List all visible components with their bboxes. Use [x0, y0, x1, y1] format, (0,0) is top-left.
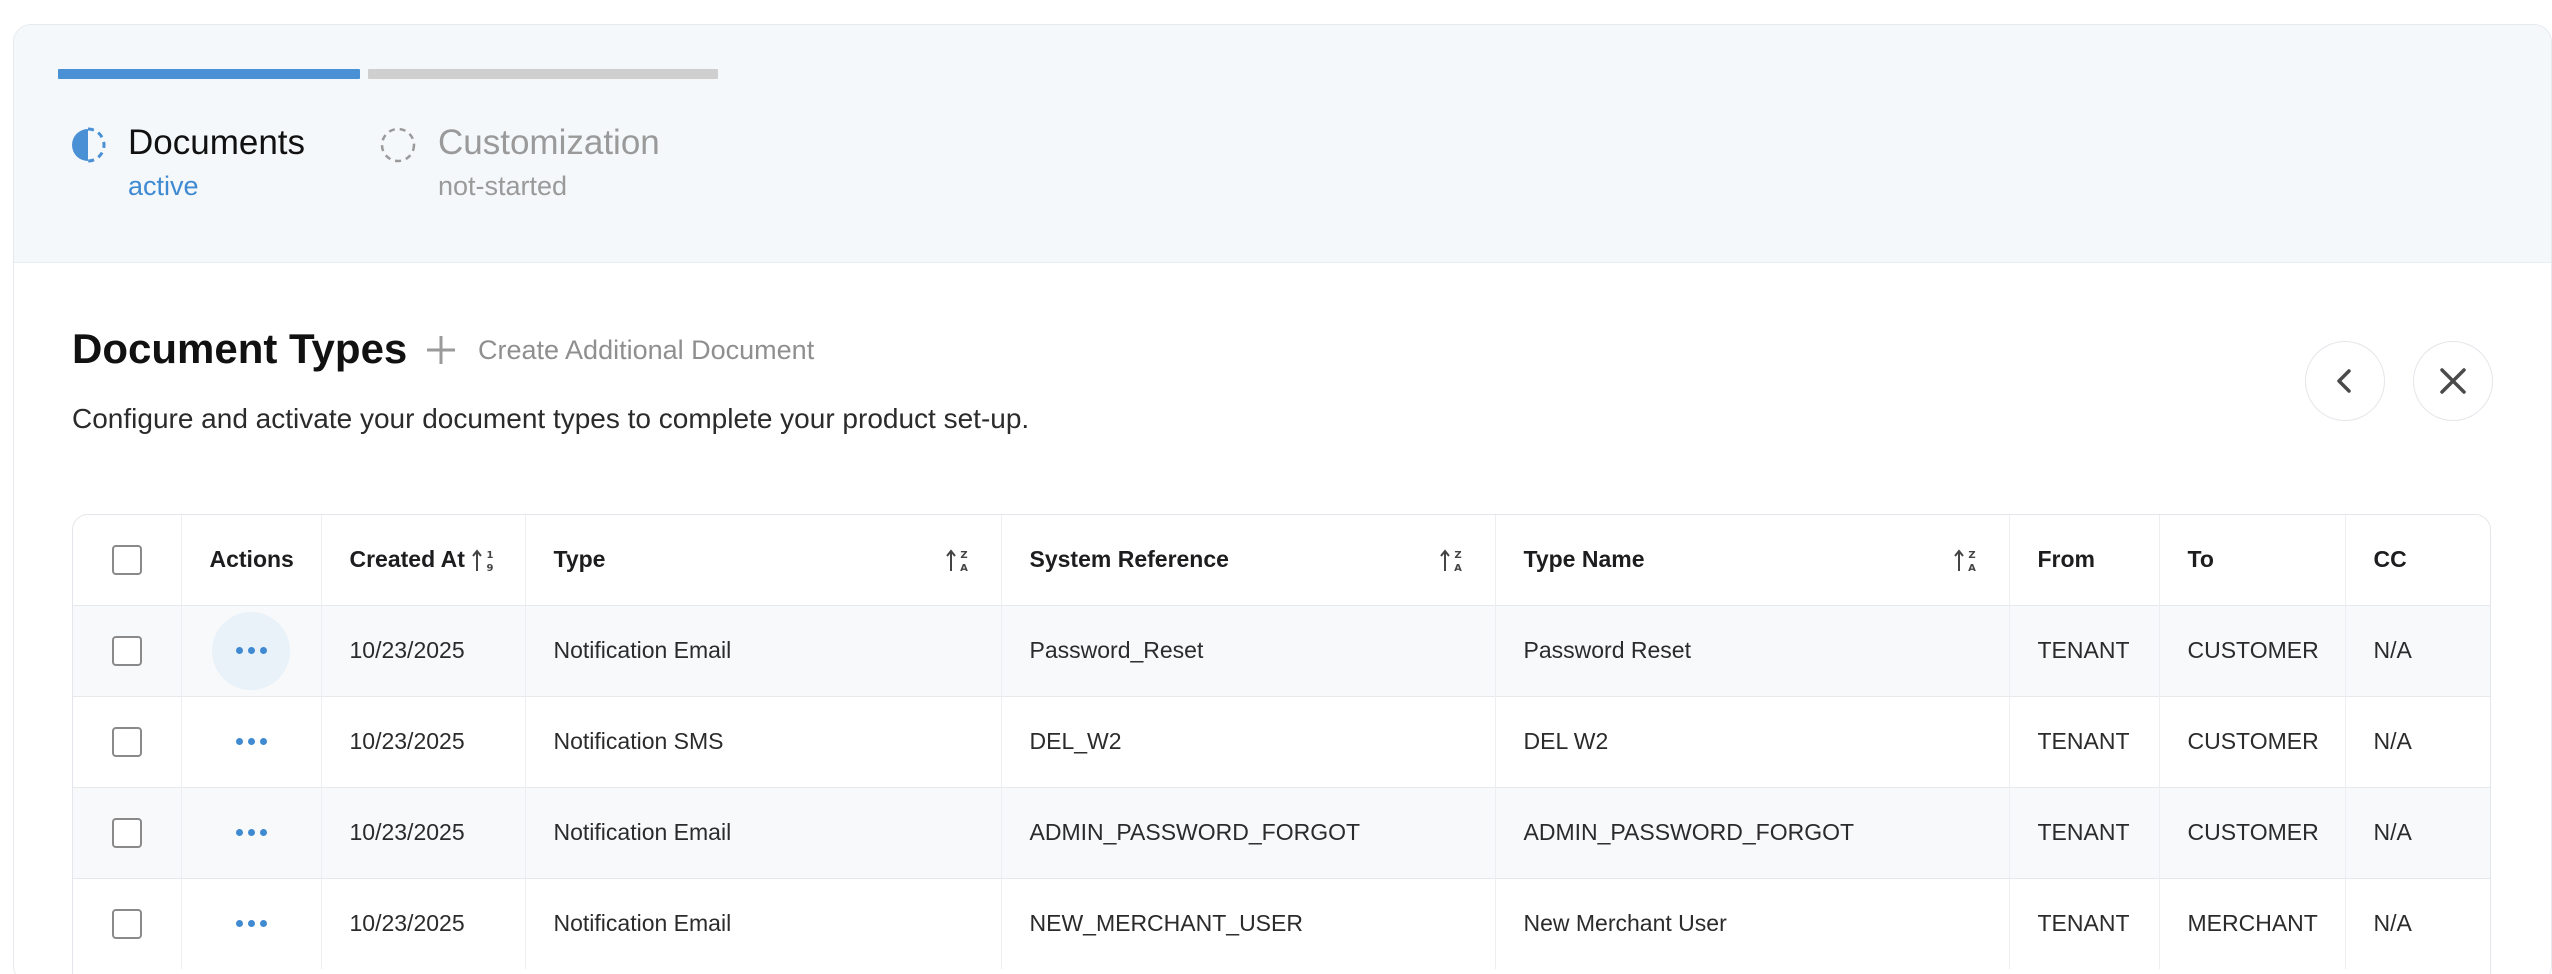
cell-type: Notification Email	[525, 786, 1002, 878]
dashed-circle-icon	[380, 127, 416, 163]
back-button[interactable]	[2305, 341, 2385, 421]
column-header-to: To	[2159, 515, 2346, 605]
column-label: Type Name	[1523, 546, 1645, 573]
row-actions-cell	[181, 786, 322, 878]
row-select-cell	[73, 604, 182, 696]
column-header-actions: Actions	[181, 515, 322, 605]
table-header-row: Actions Created At 1 9 Type Z A System R…	[73, 515, 2490, 605]
page-title: Document Types	[72, 325, 408, 372]
cell-created-at: 10/23/2025	[321, 695, 526, 787]
table-row[interactable]: 10/23/2025 Notification Email NEW_MERCHA…	[73, 877, 2490, 969]
cell-from: TENANT	[2009, 604, 2160, 696]
cell-cc: N/A	[2345, 786, 2490, 878]
cell-from: TENANT	[2009, 877, 2160, 969]
cell-cc: N/A	[2345, 604, 2490, 696]
step-status: active	[128, 171, 199, 201]
cell-type-name: Password Reset	[1495, 604, 2010, 696]
cell-created-at: 10/23/2025	[321, 877, 526, 969]
row-select-cell	[73, 786, 182, 878]
column-header-system-reference[interactable]: System Reference Z A	[1001, 515, 1496, 605]
document-types-table: Actions Created At 1 9 Type Z A System R…	[72, 514, 2491, 974]
page-subtitle: Configure and activate your document typ…	[72, 403, 1030, 434]
row-checkbox[interactable]	[111, 817, 142, 848]
column-header-cc: CC	[2345, 515, 2490, 605]
column-header-from: From	[2009, 515, 2160, 605]
plus-icon	[427, 336, 455, 364]
step-progress-customization	[368, 69, 718, 79]
row-actions-cell	[181, 877, 322, 969]
svg-text:A: A	[1454, 563, 1462, 574]
row-checkbox[interactable]	[111, 726, 142, 757]
more-horizontal-icon[interactable]	[212, 703, 290, 781]
table-row[interactable]: 10/23/2025 Notification Email Password_R…	[73, 604, 2490, 696]
cell-system-reference: Password_Reset	[1001, 604, 1496, 696]
cell-created-at: 10/23/2025	[321, 604, 526, 696]
column-header-type[interactable]: Type Z A	[525, 515, 1002, 605]
row-select-cell	[73, 877, 182, 969]
row-actions-cell	[181, 604, 322, 696]
svg-text:1: 1	[486, 550, 493, 561]
cell-to: CUSTOMER	[2159, 604, 2346, 696]
step-title: Documents	[128, 123, 306, 162]
column-label: Created At	[349, 546, 465, 573]
half-filled-circle-icon	[72, 127, 106, 163]
svg-text:Z: Z	[960, 550, 967, 561]
more-horizontal-icon[interactable]	[212, 611, 290, 690]
sort-alpha-icon[interactable]: Z A	[1953, 546, 1979, 574]
step-title: Customization	[438, 123, 660, 162]
cell-to: MERCHANT	[2159, 877, 2346, 969]
column-label: Type	[553, 546, 606, 573]
column-header-type-name[interactable]: Type Name Z A	[1495, 515, 2010, 605]
cell-type: Notification SMS	[525, 695, 1002, 787]
more-horizontal-icon[interactable]	[212, 794, 290, 872]
row-select-cell	[73, 695, 182, 787]
svg-text:9: 9	[486, 563, 493, 574]
cell-from: TENANT	[2009, 786, 2160, 878]
cell-created-at: 10/23/2025	[321, 786, 526, 878]
more-horizontal-icon[interactable]	[212, 885, 290, 963]
table-row[interactable]: 10/23/2025 Notification Email ADMIN_PASS…	[73, 786, 2490, 878]
create-additional-document-button[interactable]: Create Additional Document	[424, 333, 814, 367]
table-row[interactable]: 10/23/2025 Notification SMS DEL_W2 DEL W…	[73, 695, 2490, 787]
cell-system-reference: DEL_W2	[1001, 695, 1496, 787]
step-progress-documents	[58, 69, 360, 79]
row-checkbox[interactable]	[111, 908, 142, 939]
close-button[interactable]	[2413, 341, 2493, 421]
row-actions-cell	[181, 695, 322, 787]
cell-to: CUSTOMER	[2159, 786, 2346, 878]
create-link-label: Create Additional Document	[478, 334, 815, 365]
cell-type: Notification Email	[525, 604, 1002, 696]
svg-text:A: A	[1968, 563, 1976, 574]
cell-system-reference: ADMIN_PASSWORD_FORGOT	[1001, 786, 1496, 878]
svg-text:Z: Z	[1454, 550, 1461, 561]
select-all-checkbox[interactable]	[111, 544, 142, 575]
cell-cc: N/A	[2345, 695, 2490, 787]
sort-alpha-icon[interactable]: Z A	[945, 546, 971, 574]
cell-type-name: ADMIN_PASSWORD_FORGOT	[1495, 786, 2010, 878]
cell-type-name: DEL W2	[1495, 695, 2010, 787]
column-header-created-at[interactable]: Created At 1 9	[321, 515, 526, 605]
cell-from: TENANT	[2009, 695, 2160, 787]
sort-numeric-icon[interactable]: 1 9	[471, 546, 497, 574]
main-card: Documents active Customization not-start…	[13, 24, 2552, 974]
svg-text:Z: Z	[1968, 550, 1975, 561]
select-all-cell	[73, 515, 182, 605]
column-label: System Reference	[1029, 546, 1229, 573]
cell-type: Notification Email	[525, 877, 1002, 969]
cell-type-name: New Merchant User	[1495, 877, 2010, 969]
cell-system-reference: NEW_MERCHANT_USER	[1001, 877, 1496, 969]
stepper: Documents active Customization not-start…	[14, 25, 2551, 263]
row-checkbox[interactable]	[111, 635, 142, 666]
step-status: not-started	[438, 171, 568, 201]
sort-alpha-icon[interactable]: Z A	[1439, 546, 1465, 574]
cell-cc: N/A	[2345, 877, 2490, 969]
chevron-left-icon	[2337, 369, 2351, 393]
svg-text:A: A	[960, 563, 968, 574]
cell-to: CUSTOMER	[2159, 695, 2346, 787]
close-icon	[2440, 368, 2466, 394]
